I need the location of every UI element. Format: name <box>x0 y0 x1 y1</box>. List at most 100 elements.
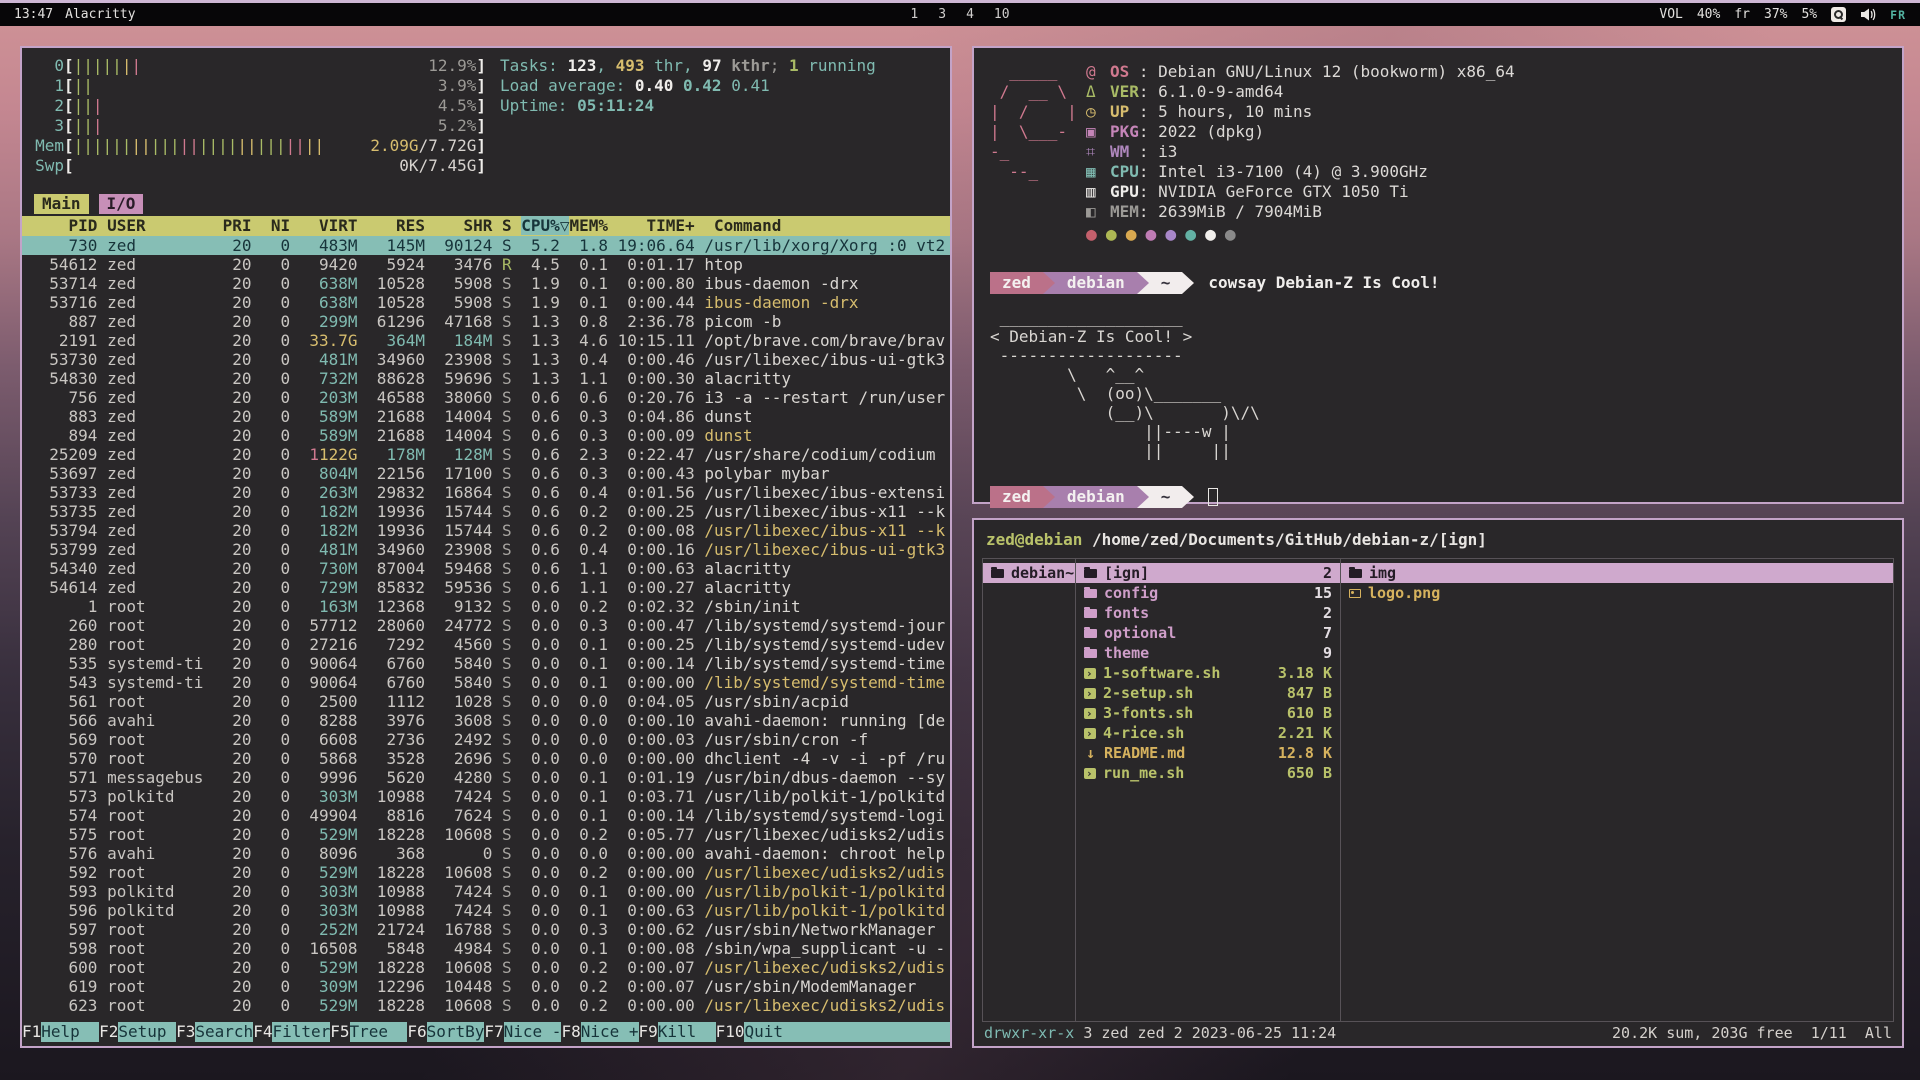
script-icon <box>1084 768 1096 779</box>
fkey-sortby[interactable]: F6SortBy <box>407 1022 484 1042</box>
script-icon <box>1084 728 1096 739</box>
volume-value[interactable]: 40% <box>1697 7 1720 22</box>
process-row-2191[interactable]: 2191 zed 20 0 33.7G 364M 184M S 1.3 4.6 … <box>22 331 950 350</box>
process-row-569[interactable]: 569 root 20 0 6608 2736 2492 S 0.0 0.0 0… <box>22 730 950 749</box>
process-row-573[interactable]: 573 polkitd 20 0 303M 10988 7424 S 0.0 0… <box>22 787 950 806</box>
process-table-header[interactable]: PID USER PRI NI VIRT RES SHR S CPU%▽MEM%… <box>22 216 950 236</box>
speaker-icon[interactable] <box>1860 7 1876 22</box>
workspace-4[interactable]: 4 <box>966 7 974 22</box>
process-row-623[interactable]: 623 root 20 0 529M 18228 10608 S 0.0 0.2… <box>22 996 950 1015</box>
fetch-line-gpu: ▥GPU: NVIDIA GeForce GTX 1050 Ti <box>1086 182 1515 202</box>
file-item-2-setup.sh[interactable]: 2-setup.sh847 B <box>1076 683 1340 703</box>
process-row-543[interactable]: 543 systemd-ti 20 0 90064 6760 5840 S 0.… <box>22 673 950 692</box>
fkey-tree[interactable]: F5Tree <box>330 1022 407 1042</box>
process-row-535[interactable]: 535 systemd-ti 20 0 90064 6760 5840 S 0.… <box>22 654 950 673</box>
process-row-54614[interactable]: 54614 zed 20 0 729M 85832 59536 S 0.6 1.… <box>22 578 950 597</box>
fetch-line-ver: ΔVER: 6.1.0-9-amd64 <box>1086 82 1515 102</box>
process-row-53794[interactable]: 53794 zed 20 0 182M 19936 15744 S 0.6 0.… <box>22 521 950 540</box>
fkey-nice-[interactable]: F8Nice + <box>561 1022 638 1042</box>
keyboard-layout-short[interactable]: fr <box>1734 7 1750 22</box>
workspace-list: 1 3 4 10 <box>0 7 1920 22</box>
shell-prompt-input[interactable]: zeddebian~ <box>990 486 1886 508</box>
process-row-54830[interactable]: 54830 zed 20 0 732M 88628 59696 S 1.3 1.… <box>22 369 950 388</box>
process-row-1[interactable]: 1 root 20 0 163M 12368 9132 S 0.0 0.2 0:… <box>22 597 950 616</box>
process-row-25209[interactable]: 25209 zed 20 0 1122G 178M 128M S 0.6 2.3… <box>22 445 950 464</box>
file-item-3-fonts.sh[interactable]: 3-fonts.sh610 B <box>1076 703 1340 723</box>
screenshot-tray-icon[interactable] <box>1831 7 1846 22</box>
file-item-ign[interactable]: [ign]2 <box>1076 563 1340 583</box>
tab-main[interactable]: Main <box>34 194 89 214</box>
file-item-runme.sh[interactable]: run_me.sh650 B <box>1076 763 1340 783</box>
workspace-10[interactable]: 10 <box>994 7 1010 22</box>
process-row-280[interactable]: 280 root 20 0 27216 7292 4560 S 0.0 0.1 … <box>22 635 950 654</box>
process-row-730[interactable]: 730 zed 20 0 483M 145M 90124 S 5.2 1.8 1… <box>22 236 950 255</box>
process-row-575[interactable]: 575 root 20 0 529M 18228 10608 S 0.0 0.2… <box>22 825 950 844</box>
file-item-config[interactable]: config15 <box>1076 583 1340 603</box>
file-item-debian~[interactable]: debian~ <box>983 563 1075 583</box>
process-row-566[interactable]: 566 avahi 20 0 8288 3976 3608 S 0.0 0.0 … <box>22 711 950 730</box>
prompt-directory-segment: ~ <box>1149 272 1183 294</box>
system-fetch-output: _____ / __ \ | / | | \___- -_ --_ @OS : … <box>990 62 1886 246</box>
file-item-optional[interactable]: optional7 <box>1076 623 1340 643</box>
fkey-kill[interactable]: F9Kill <box>639 1022 716 1042</box>
process-row-598[interactable]: 598 root 20 0 16508 5848 4984 S 0.0 0.1 … <box>22 939 950 958</box>
fkey-quit[interactable]: F10Quit <box>716 1022 783 1042</box>
fkey-search[interactable]: F3Search <box>176 1022 253 1042</box>
terminal-cursor[interactable] <box>1208 488 1218 506</box>
process-row-894[interactable]: 894 zed 20 0 589M 21688 14004 S 0.6 0.3 … <box>22 426 950 445</box>
screen-top-accent-line <box>0 0 1920 3</box>
file-item-logo.png[interactable]: logo.png <box>1341 583 1893 603</box>
window-htop-terminal[interactable]: 0[|||||||12.9%]1[||3.9%]2[|||4.5%]3[|||5… <box>20 46 952 1048</box>
process-row-574[interactable]: 574 root 20 0 49904 8816 7624 S 0.0 0.1 … <box>22 806 950 825</box>
desktop: { "palette": { "teal":"#80bbb1", "green"… <box>0 0 1920 1080</box>
window-fetch-terminal[interactable]: _____ / __ \ | / | | \___- -_ --_ @OS : … <box>972 46 1904 504</box>
process-row-756[interactable]: 756 zed 20 0 203M 46588 38060 S 0.6 0.6 … <box>22 388 950 407</box>
process-row-619[interactable]: 619 root 20 0 309M 12296 10448 S 0.0 0.2… <box>22 977 950 996</box>
system-info-list: @OS : Debian GNU/Linux 12 (bookworm) x86… <box>1086 62 1515 246</box>
fkey-filter[interactable]: F4Filter <box>253 1022 330 1042</box>
process-row-53716[interactable]: 53716 zed 20 0 638M 10528 5908 S 1.9 0.1… <box>22 293 950 312</box>
process-row-887[interactable]: 887 zed 20 0 299M 61296 47168 S 1.3 0.8 … <box>22 312 950 331</box>
window-file-manager[interactable]: zed@debian /home/zed/Documents/GitHub/de… <box>972 518 1904 1048</box>
process-row-596[interactable]: 596 polkitd 20 0 303M 10988 7424 S 0.0 0… <box>22 901 950 920</box>
process-row-576[interactable]: 576 avahi 20 0 8096 368 0 S 0.0 0.0 0:00… <box>22 844 950 863</box>
process-row-593[interactable]: 593 polkitd 20 0 303M 10988 7424 S 0.0 0… <box>22 882 950 901</box>
fetch-line-cpu: ▦CPU: Intel i3-7100 (4) @ 3.900GHz <box>1086 162 1515 182</box>
process-row-561[interactable]: 561 root 20 0 2500 1112 1028 S 0.0 0.0 0… <box>22 692 950 711</box>
process-row-597[interactable]: 597 root 20 0 252M 21724 16788 S 0.0 0.3… <box>22 920 950 939</box>
workspace-1[interactable]: 1 <box>910 7 918 22</box>
process-row-53697[interactable]: 53697 zed 20 0 804M 22156 17100 S 0.6 0.… <box>22 464 950 483</box>
process-row-54340[interactable]: 54340 zed 20 0 730M 87004 59468 S 0.6 1.… <box>22 559 950 578</box>
process-row-53735[interactable]: 53735 zed 20 0 182M 19936 15744 S 0.6 0.… <box>22 502 950 521</box>
process-row-53799[interactable]: 53799 zed 20 0 481M 34960 23908 S 0.6 0.… <box>22 540 950 559</box>
file-item-README.md[interactable]: ↓README.md12.8 K <box>1076 743 1340 763</box>
process-row-53730[interactable]: 53730 zed 20 0 481M 34960 23908 S 1.3 0.… <box>22 350 950 369</box>
process-row-53733[interactable]: 53733 zed 20 0 263M 29832 16864 S 0.6 0.… <box>22 483 950 502</box>
process-row-600[interactable]: 600 root 20 0 529M 18228 10608 S 0.0 0.2… <box>22 958 950 977</box>
fkey-nice-[interactable]: F7Nice - <box>484 1022 561 1042</box>
process-row-883[interactable]: 883 zed 20 0 589M 21688 14004 S 0.6 0.3 … <box>22 407 950 426</box>
file-item-img[interactable]: img <box>1341 563 1893 583</box>
fetch-line-wm: ⌗WM : i3 <box>1086 142 1515 162</box>
file-item-fonts[interactable]: fonts2 <box>1076 603 1340 623</box>
language-indicator[interactable]: FR <box>1890 8 1906 22</box>
cowsay-output: ___________________ < Debian-Z Is Cool! … <box>990 308 1886 460</box>
process-row-54612[interactable]: 54612 zed 20 0 9420 5924 3476 R 4.5 0.1 … <box>22 255 950 274</box>
fkey-setup[interactable]: F2Setup <box>99 1022 176 1042</box>
file-item-1-software.sh[interactable]: 1-software.sh3.18 K <box>1076 663 1340 683</box>
process-row-53714[interactable]: 53714 zed 20 0 638M 10528 5908 S 1.9 0.1… <box>22 274 950 293</box>
file-item-theme[interactable]: theme9 <box>1076 643 1340 663</box>
process-row-260[interactable]: 260 root 20 0 57712 28060 24772 S 0.0 0.… <box>22 616 950 635</box>
process-row-571[interactable]: 571 messagebus 20 0 9996 5620 4280 S 0.0… <box>22 768 950 787</box>
file-item-4-rice.sh[interactable]: 4-rice.sh2.21 K <box>1076 723 1340 743</box>
fkey-help[interactable]: F1Help <box>22 1022 99 1042</box>
mem-icon: ◧ <box>1086 202 1110 222</box>
typed-command: cowsay Debian-Z Is Cool! <box>1208 273 1439 293</box>
tab-io[interactable]: I/O <box>99 194 144 214</box>
workspace-3[interactable]: 3 <box>938 7 946 22</box>
folder-icon <box>1349 569 1362 578</box>
script-icon <box>1084 708 1096 719</box>
readme-icon: ↓ <box>1084 743 1097 763</box>
process-row-570[interactable]: 570 root 20 0 5868 3528 2696 S 0.0 0.0 0… <box>22 749 950 768</box>
process-row-592[interactable]: 592 root 20 0 529M 18228 10608 S 0.0 0.2… <box>22 863 950 882</box>
